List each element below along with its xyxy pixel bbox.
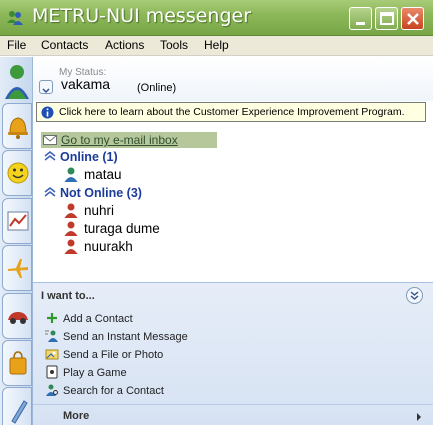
airplane-icon: [8, 259, 28, 278]
tab-emoticons[interactable]: [2, 150, 32, 196]
task-send-file[interactable]: Send a File or Photo: [45, 347, 163, 361]
contact-list: Go to my e-mail inbox Online (1) matau N…: [33, 124, 433, 282]
my-status-area: My Status: vakama (Online): [33, 57, 433, 101]
panel-collapse-button[interactable]: [406, 287, 423, 304]
group-offline-header[interactable]: Not Online (3): [43, 186, 142, 200]
maximize-button[interactable]: [375, 7, 398, 30]
maximize-icon: [380, 12, 394, 25]
plus-icon: [47, 313, 57, 323]
tab-cars[interactable]: [2, 293, 32, 339]
tab-shopping[interactable]: [2, 340, 32, 386]
group-offline-label: Not Online (3): [60, 186, 142, 200]
close-icon: [407, 13, 419, 25]
status-dropdown-button[interactable]: [39, 80, 53, 94]
menu-help[interactable]: Help: [204, 38, 229, 52]
tab-travel[interactable]: [2, 245, 32, 291]
online-buddy-icon: [64, 167, 78, 182]
title-bar[interactable]: METRU-NUI messenger: [0, 0, 433, 36]
task-search-contact[interactable]: Search for a Contact: [45, 383, 164, 397]
task-add-contact[interactable]: Add a Contact: [45, 311, 133, 325]
shopping-bag-icon: [9, 351, 27, 375]
user-display-name[interactable]: vakama: [61, 76, 110, 92]
double-chevron-down-icon: [410, 291, 419, 300]
user-avatar-icon[interactable]: [2, 61, 32, 101]
tab-stocks[interactable]: [2, 198, 32, 244]
envelope-icon: [43, 135, 57, 145]
task-label: Play a Game: [63, 367, 127, 379]
info-bar-text: Click here to learn about the Customer E…: [59, 106, 405, 118]
task-label: Send a File or Photo: [63, 349, 164, 361]
info-icon: [41, 106, 54, 119]
menu-file[interactable]: File: [7, 38, 26, 52]
group-online-header[interactable]: Online (1): [43, 150, 118, 164]
chart-icon: [7, 211, 29, 231]
task-label: Add a Contact: [63, 313, 133, 325]
offline-buddy-icon: [64, 221, 78, 236]
tab-notes[interactable]: [2, 387, 32, 425]
message-icon: [45, 330, 58, 342]
chevron-right-icon[interactable]: [416, 413, 422, 421]
close-button[interactable]: [401, 7, 424, 30]
task-label: Send an Instant Message: [63, 331, 188, 343]
contact-name: nuurakh: [84, 239, 133, 254]
ceip-info-bar[interactable]: Click here to learn about the Customer E…: [36, 102, 426, 122]
menu-actions[interactable]: Actions: [105, 38, 144, 52]
email-inbox-text: Go to my e-mail inbox: [61, 133, 178, 147]
contact-name: turaga dume: [84, 221, 160, 236]
contact-row[interactable]: turaga dume: [63, 220, 160, 236]
messenger-logo-icon: [7, 11, 23, 25]
pen-icon: [11, 400, 28, 424]
collapse-group-icon: [44, 187, 56, 197]
task-send-im[interactable]: Send an Instant Message: [45, 329, 188, 343]
car-icon: [8, 312, 28, 324]
tab-sidebar: [0, 57, 33, 425]
more-button[interactable]: More: [63, 410, 89, 422]
menu-tools[interactable]: Tools: [160, 38, 188, 52]
panel-divider: [33, 404, 433, 405]
contact-row[interactable]: nuhri: [63, 202, 114, 218]
email-inbox-link[interactable]: Go to my e-mail inbox: [41, 132, 217, 148]
contact-row[interactable]: nuurakh: [63, 238, 133, 254]
bell-icon: [8, 117, 28, 139]
window-title: METRU-NUI messenger: [32, 5, 252, 27]
minimize-icon: [356, 22, 365, 25]
group-online-label: Online (1): [60, 150, 118, 164]
task-label: Search for a Contact: [63, 385, 164, 397]
collapse-group-icon: [44, 151, 56, 161]
search-contact-icon: [46, 384, 58, 396]
task-play-game[interactable]: Play a Game: [45, 365, 127, 379]
offline-buddy-icon: [64, 239, 78, 254]
smiley-icon: [7, 162, 29, 184]
user-online-state: (Online): [137, 82, 177, 94]
panel-title: I want to...: [41, 290, 95, 302]
minimize-button[interactable]: [349, 7, 372, 30]
chevron-down-icon: [42, 88, 50, 94]
file-photo-icon: [45, 349, 59, 360]
contact-row[interactable]: matau: [63, 166, 122, 182]
menu-bar: File Contacts Actions Tools Help: [0, 36, 433, 56]
game-icon: [46, 365, 58, 379]
i-want-to-panel: I want to... Add a Contact Send an Insta…: [33, 282, 433, 425]
contact-name: matau: [84, 167, 122, 182]
tab-alerts[interactable]: [2, 103, 32, 149]
contact-name: nuhri: [84, 203, 115, 218]
offline-buddy-icon: [64, 203, 78, 218]
menu-contacts[interactable]: Contacts: [41, 38, 88, 52]
